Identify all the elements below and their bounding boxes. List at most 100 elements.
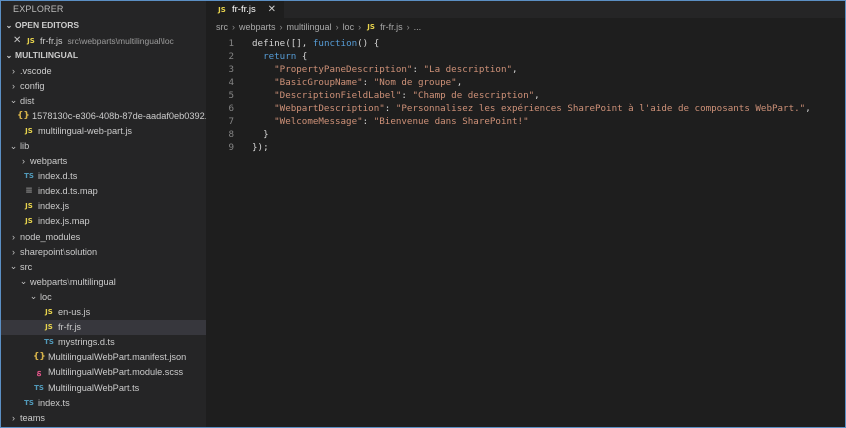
- javascript-file-icon: JS: [27, 36, 35, 45]
- tree-file[interactable]: JS index.js.map: [1, 214, 206, 229]
- tree-file[interactable]: JS fr-fr.js: [1, 319, 206, 335]
- json-file-icon: {}: [33, 352, 46, 363]
- breadcrumb-item[interactable]: webparts: [239, 18, 276, 37]
- code-line: 4 "BasicGroupName": "Nom de groupe",: [206, 76, 845, 89]
- code-token: () {: [357, 38, 380, 49]
- breadcrumb-item[interactable]: ...: [414, 18, 422, 37]
- code-token: {: [296, 51, 308, 62]
- tree-folder[interactable]: › teams: [1, 410, 206, 425]
- tree-file[interactable]: TS index.d.ts: [1, 169, 206, 184]
- code-line: 1 define ([], function() {: [206, 37, 845, 50]
- chevron-right-icon: ›: [335, 22, 339, 32]
- code-keyword: function: [312, 38, 358, 49]
- tree-item-label: loc: [40, 291, 52, 302]
- tree-file[interactable]: JS index.js: [1, 199, 206, 214]
- code-string: "Nom de groupe": [373, 77, 457, 88]
- tree-folder[interactable]: ⌄ src: [1, 259, 206, 274]
- tree-file[interactable]: TS index.ts: [1, 395, 206, 410]
- tree-item-label: dist: [20, 95, 35, 106]
- map-file-icon: ≡: [25, 186, 33, 197]
- breadcrumb-item[interactable]: src: [216, 18, 228, 37]
- javascript-file-icon: JS: [25, 217, 33, 226]
- tree-item-label: MultilingualWebPart.module.scss: [48, 367, 184, 378]
- javascript-file-icon: JS: [45, 323, 53, 332]
- chevron-down-icon: ⌄: [9, 95, 18, 106]
- tree-folder[interactable]: › node_modules: [1, 229, 206, 244]
- tree-item-label: webparts: [30, 156, 68, 167]
- tree-item-label: index.d.ts.map: [38, 186, 98, 197]
- close-icon[interactable]: ✕: [13, 35, 25, 46]
- tree-item-label: node_modules: [20, 231, 81, 242]
- tree-item-label: sharepoint: [20, 246, 63, 257]
- tree-folder[interactable]: › .vscode: [1, 63, 206, 78]
- tree-file[interactable]: JS multilingual-web-part.js: [1, 123, 206, 138]
- tree-file[interactable]: ≡ index.d.ts.map: [1, 184, 206, 199]
- code-key: "BasicGroupName": [274, 77, 363, 88]
- code-line: 6 "WebpartDescription": "Personnalisez l…: [206, 102, 845, 115]
- tree-folder[interactable]: › sharepoint \ solution: [1, 244, 206, 259]
- chevron-right-icon: ›: [279, 22, 283, 32]
- code-key: "PropertyPaneDescription": [274, 64, 413, 75]
- chevron-down-icon: ⌄: [19, 276, 28, 287]
- tree-item-label: 1578130c-e306-408b-87de-aadaf0eb0392....: [32, 110, 206, 121]
- chevron-right-icon: ›: [406, 22, 410, 32]
- code-string: "Personnalisez les expériences SharePoin…: [395, 103, 806, 114]
- line-number: 8: [228, 129, 234, 140]
- tree-file[interactable]: ꟙ MultilingualWebPart.module.scss: [1, 365, 206, 380]
- code-line: 3 "PropertyPaneDescription": "La descrip…: [206, 63, 845, 76]
- code-keyword: return: [263, 51, 297, 62]
- tree-folder[interactable]: › webparts: [1, 154, 206, 169]
- open-editors-label: OPEN EDITORS: [15, 20, 80, 30]
- chevron-down-icon: ⌄: [5, 21, 13, 30]
- line-number: 6: [228, 103, 234, 114]
- tree-folder[interactable]: ⌄ dist: [1, 93, 206, 108]
- tree-item-label: en-us.js: [58, 307, 91, 318]
- project-label: MULTILINGUAL: [15, 50, 79, 60]
- code-key: "WebpartDescription": [274, 103, 385, 114]
- tree-item-label: multilingual: [69, 276, 116, 287]
- line-number: 9: [228, 142, 234, 153]
- close-icon[interactable]: ✕: [268, 4, 276, 15]
- tree-folder[interactable]: ⌄ loc: [1, 289, 206, 304]
- open-editor-path: src\webparts\multilingual\loc: [67, 35, 174, 46]
- chevron-down-icon: ⌄: [29, 291, 38, 302]
- tree-item-label: src: [20, 261, 33, 272]
- tree-file[interactable]: JS en-us.js: [1, 305, 206, 320]
- typescript-file-icon: TS: [24, 398, 34, 407]
- javascript-file-icon: JS: [218, 5, 226, 14]
- tree-folder[interactable]: › config: [1, 78, 206, 93]
- code-token: define: [252, 38, 286, 49]
- tree-item-label: index.js: [38, 201, 70, 212]
- code-line: 2 return {: [206, 50, 845, 63]
- breadcrumb-item[interactable]: fr-fr.js: [380, 18, 403, 37]
- javascript-file-icon: JS: [45, 308, 53, 317]
- tree-item-label: .vscode: [20, 65, 52, 76]
- tab-fr-fr-js[interactable]: JS fr-fr.js ✕: [206, 1, 284, 18]
- code-token: ([],: [285, 38, 313, 49]
- tree-file[interactable]: TS mystrings.d.ts: [1, 335, 206, 350]
- tree-file[interactable]: TS MultilingualWebPart.ts: [1, 380, 206, 395]
- project-header[interactable]: ⌄ MULTILINGUAL: [1, 48, 206, 63]
- file-tree: › .vscode › config ⌄ dist{} 1578130c-e306-408b…: [1, 63, 206, 425]
- open-editor-item[interactable]: ✕ JS fr-fr.js src\webparts\multilingual\…: [1, 33, 206, 48]
- breadcrumb-item[interactable]: multilingual: [287, 18, 332, 37]
- json-file-icon: {}: [17, 110, 30, 121]
- javascript-file-icon: JS: [367, 23, 375, 31]
- explorer-title: EXPLORER: [13, 4, 64, 14]
- tree-file[interactable]: {} MultilingualWebPart.manifest.json: [1, 350, 206, 365]
- tree-item-label: index.js.map: [38, 216, 90, 227]
- line-number: 1: [228, 38, 234, 49]
- open-editors-header[interactable]: ⌄ OPEN EDITORS: [1, 18, 206, 33]
- tree-file[interactable]: {} 1578130c-e306-408b-87de-aadaf0eb0392..…: [1, 108, 206, 123]
- code-token: }: [263, 129, 269, 140]
- tree-folder[interactable]: ⌄ webparts \ multilingual: [1, 274, 206, 289]
- line-number: 5: [228, 90, 234, 101]
- chevron-right-icon: ›: [358, 22, 362, 32]
- tree-folder[interactable]: ⌄ lib: [1, 138, 206, 153]
- breadcrumb: src › webparts › multilingual › loc › JS…: [206, 18, 845, 37]
- tree-item-label: index.d.ts: [38, 171, 78, 182]
- typescript-file-icon: TS: [44, 338, 54, 347]
- code-editor[interactable]: 1 define ([], function() { 2 return { 3 "P…: [206, 37, 845, 154]
- breadcrumb-item[interactable]: loc: [343, 18, 355, 37]
- chevron-right-icon: ›: [232, 22, 235, 32]
